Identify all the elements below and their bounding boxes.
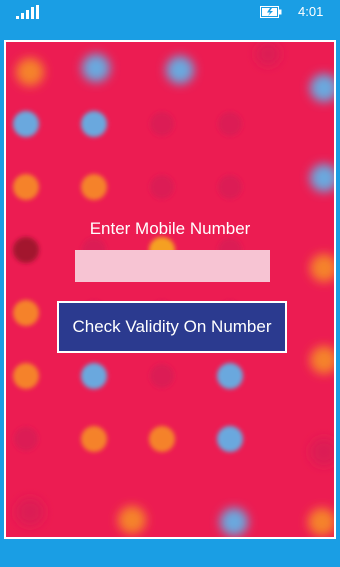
signal-bars-icon xyxy=(16,5,39,19)
status-bar: 4:01 xyxy=(0,0,340,24)
check-validity-button[interactable]: Check Validity On Number xyxy=(57,301,287,353)
phone-screen: 4:01 Enter Mobile Number Check Validity … xyxy=(0,0,340,567)
app-content: Enter Mobile Number Check Validity On Nu… xyxy=(6,42,334,537)
mobile-number-label: Enter Mobile Number xyxy=(89,219,251,238)
battery-charging-icon xyxy=(260,6,282,18)
app-panel: Enter Mobile Number Check Validity On Nu… xyxy=(4,40,336,539)
status-clock: 4:01 xyxy=(298,4,324,19)
mobile-number-input[interactable] xyxy=(75,250,270,282)
